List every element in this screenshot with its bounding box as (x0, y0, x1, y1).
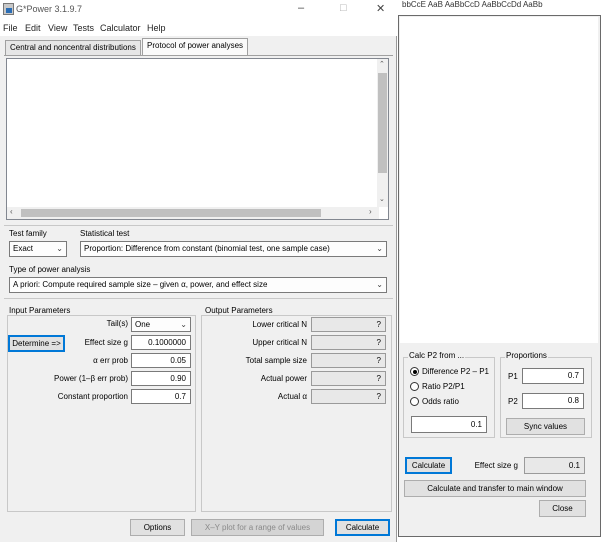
hscrollbar-thumb[interactable] (21, 209, 321, 217)
lower-critical-n-value: ? (311, 317, 386, 332)
effect-size-input[interactable]: 0.1000000 (131, 335, 191, 350)
effect-size-label: Effect size g (84, 338, 128, 347)
actual-power-value: ? (311, 371, 386, 386)
calculate-button[interactable]: Calculate (335, 519, 390, 536)
alpha-input[interactable]: 0.05 (131, 353, 191, 368)
constant-proportion-input[interactable]: 0.7 (131, 389, 191, 404)
alpha-label: α err prob (93, 356, 128, 365)
protocol-textarea[interactable]: ⌃ ⌄ ‹ › (6, 58, 389, 220)
chevron-down-icon: ⌄ (376, 280, 383, 289)
test-family-label: Test family (9, 229, 47, 238)
scroll-down-icon[interactable]: ⌄ (379, 195, 385, 203)
minimize-icon[interactable]: – (298, 2, 304, 14)
chevron-down-icon: ⌄ (376, 244, 383, 253)
total-sample-size-value: ? (311, 353, 386, 368)
chevron-down-icon: ⌄ (180, 320, 187, 329)
radio-difference-label: Difference P2 – P1 (422, 367, 490, 376)
proportions-group-title: Proportions (505, 351, 548, 360)
chevron-down-icon: ⌄ (56, 244, 63, 253)
power-label: Power (1–β err prob) (54, 374, 128, 383)
tails-select[interactable]: One ⌄ (131, 317, 191, 332)
radio-odds-ratio-label: Odds ratio (422, 397, 459, 406)
menu-view[interactable]: View (48, 23, 67, 33)
section-divider (4, 298, 393, 299)
power-analysis-select[interactable]: A priori: Compute required sample size –… (9, 277, 387, 293)
power-analysis-value: A priori: Compute required sample size –… (13, 280, 268, 289)
menu-help[interactable]: Help (147, 23, 166, 33)
menu-edit[interactable]: Edit (25, 23, 41, 33)
menu-bar: File Edit View Tests Calculator Help (0, 20, 397, 36)
upper-critical-n-label: Upper critical N (252, 338, 307, 347)
p1-input[interactable]: 0.7 (522, 368, 584, 384)
horizontal-scrollbar[interactable]: ‹ › (7, 207, 379, 219)
tab-central-noncentral[interactable]: Central and noncentral distributions (5, 40, 141, 55)
side-close-button[interactable]: Close (539, 500, 586, 517)
power-analysis-label: Type of power analysis (9, 265, 91, 274)
power-input[interactable]: 0.90 (131, 371, 191, 386)
options-button[interactable]: Options (130, 519, 185, 536)
calculate-transfer-button[interactable]: Calculate and transfer to main window (404, 480, 586, 497)
close-icon[interactable]: ✕ (376, 2, 385, 15)
window-title: G*Power 3.1.9.7 (16, 4, 83, 14)
upper-critical-n-value: ? (311, 335, 386, 350)
gpower-app-icon (3, 3, 14, 15)
radio-ratio-label: Ratio P2/P1 (422, 382, 465, 391)
test-family-value: Exact (13, 244, 34, 253)
tab-divider (4, 55, 393, 56)
p1-label: P1 (508, 372, 518, 381)
radio-ratio[interactable] (410, 382, 419, 391)
xy-plot-button[interactable]: X–Y plot for a range of values (191, 519, 324, 536)
side-effect-size-value: 0.1 (524, 457, 585, 474)
menu-calculator[interactable]: Calculator (100, 23, 141, 33)
side-effect-size-label: Effect size g (474, 461, 518, 470)
p2-input[interactable]: 0.8 (522, 393, 584, 409)
maximize-icon[interactable]: □ (340, 2, 347, 14)
statistical-test-value: Proportion: Difference from constant (bi… (84, 244, 330, 253)
calc-p2-group-title: Calc P2 from ... (408, 351, 466, 360)
radio-odds-ratio[interactable] (410, 397, 419, 406)
vertical-scrollbar[interactable]: ⌃ ⌄ (377, 59, 388, 207)
menu-tests[interactable]: Tests (73, 23, 94, 33)
lower-critical-n-label: Lower critical N (252, 320, 307, 329)
section-divider (4, 225, 393, 226)
actual-alpha-label: Actual α (277, 392, 307, 401)
menu-file[interactable]: File (3, 23, 18, 33)
statistical-test-label: Statistical test (80, 229, 130, 238)
actual-power-label: Actual power (260, 374, 307, 383)
scrollbar-thumb[interactable] (378, 73, 387, 173)
tab-protocol[interactable]: Protocol of power analyses (142, 38, 249, 55)
calc-p2-input[interactable]: 0.1 (411, 416, 487, 433)
background-word-ribbon-text: bbCcE AaB AaBbCcD AaBbCcDd AaBb (402, 0, 543, 9)
radio-difference[interactable] (410, 367, 419, 376)
scroll-right-icon[interactable]: › (369, 207, 372, 216)
test-family-select[interactable]: Exact ⌄ (9, 241, 67, 257)
scroll-up-icon[interactable]: ⌃ (379, 60, 385, 68)
input-parameters-title: Input Parameters (9, 306, 71, 315)
title-bar: G*Power 3.1.9.7 – □ ✕ (0, 0, 397, 20)
actual-alpha-value: ? (311, 389, 386, 404)
constant-proportion-label: Constant proportion (57, 392, 128, 401)
tails-value: One (135, 320, 151, 329)
sync-values-button[interactable]: Sync values (506, 418, 585, 435)
p2-label: P2 (508, 397, 518, 406)
output-parameters-title: Output Parameters (205, 306, 273, 315)
statistical-test-select[interactable]: Proportion: Difference from constant (bi… (80, 241, 387, 257)
total-sample-size-label: Total sample size (245, 356, 307, 365)
gpower-main-window: G*Power 3.1.9.7 – □ ✕ File Edit View Tes… (0, 0, 397, 542)
scroll-left-icon[interactable]: ‹ (10, 207, 13, 216)
tails-label: Tail(s) (106, 319, 128, 328)
side-panel-blank-area (400, 17, 598, 343)
side-calculate-button[interactable]: Calculate (405, 457, 452, 474)
